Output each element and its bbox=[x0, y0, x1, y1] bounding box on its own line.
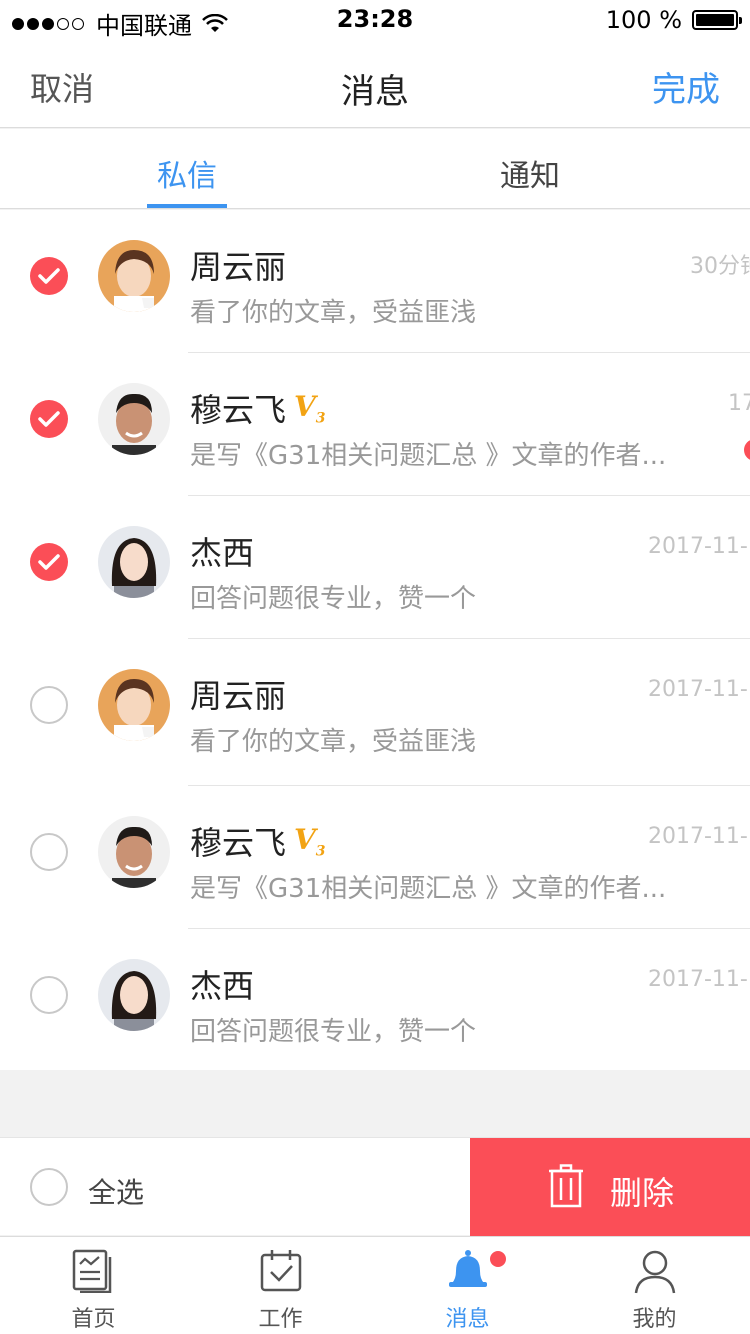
sender-name: 穆云飞 V3 bbox=[190, 822, 326, 862]
trash-icon bbox=[549, 1164, 583, 1208]
delete-button[interactable]: 删除 bbox=[470, 1138, 750, 1236]
vip-badge-icon: V3 bbox=[294, 389, 326, 427]
unread-indicator bbox=[744, 439, 750, 461]
bell-icon bbox=[449, 1250, 487, 1287]
tab-notifications[interactable]: 通知 bbox=[470, 151, 590, 195]
status-right: 100 % bbox=[605, 6, 742, 34]
delete-label: 删除 bbox=[610, 1174, 675, 1212]
battery-percent: 100 % bbox=[605, 6, 682, 34]
message-preview: 回答问题很专业，赞一个 bbox=[190, 1017, 477, 1047]
message-time: 17 bbox=[728, 391, 750, 416]
vip-badge-icon: V3 bbox=[294, 822, 326, 860]
message-row[interactable]: 周云丽 30分钟 看了你的文章，受益匪浅 bbox=[0, 210, 750, 353]
tab-label: 首页 bbox=[71, 1307, 116, 1332]
message-preview: 回答问题很专业，赞一个 bbox=[190, 584, 477, 614]
checkmark-icon bbox=[38, 411, 60, 427]
message-row[interactable]: 杰西 2017-11- 回答问题很专业，赞一个 bbox=[0, 929, 750, 1070]
avatar[interactable] bbox=[98, 240, 170, 312]
checkmark-icon bbox=[38, 554, 60, 570]
checkmark-icon bbox=[38, 268, 60, 284]
cancel-button[interactable]: 取消 bbox=[30, 64, 94, 110]
select-all-label[interactable]: 全选 bbox=[88, 1171, 144, 1211]
message-time: 30分钟 bbox=[690, 254, 750, 279]
navigation-bar: 取消 消息 完成 bbox=[0, 40, 750, 128]
row-checkbox-checked[interactable] bbox=[30, 543, 68, 581]
done-button[interactable]: 完成 bbox=[652, 62, 720, 111]
message-list: 周云丽 30分钟 看了你的文章，受益匪浅 穆云飞 V3 17 是写《G31相关问… bbox=[0, 210, 750, 1070]
avatar[interactable] bbox=[98, 669, 170, 741]
message-row[interactable]: 穆云飞 V3 17 是写《G31相关问题汇总 》文章的作者... bbox=[0, 353, 750, 496]
tab-private-messages[interactable]: 私信 bbox=[127, 151, 247, 195]
message-preview: 是写《G31相关问题汇总 》文章的作者... bbox=[190, 441, 667, 471]
row-checkbox-checked[interactable] bbox=[30, 400, 68, 438]
message-preview: 看了你的文章，受益匪浅 bbox=[190, 727, 477, 757]
sender-name: 杰西 bbox=[190, 534, 255, 572]
segment-tabs: 私信 通知 bbox=[0, 129, 750, 209]
avatar[interactable] bbox=[98, 526, 170, 598]
select-all-checkbox[interactable] bbox=[30, 1168, 68, 1206]
avatar[interactable] bbox=[98, 959, 170, 1031]
home-icon bbox=[72, 1249, 112, 1293]
bottom-tab-bar: 首页 工作 消息 我的 bbox=[0, 1236, 750, 1334]
message-row[interactable]: 穆云飞 V3 2017-11- 是写《G31相关问题汇总 》文章的作者... bbox=[0, 786, 750, 929]
page-title: 消息 bbox=[341, 72, 409, 112]
sender-name: 周云丽 bbox=[190, 677, 287, 715]
sender-name: 周云丽 bbox=[190, 248, 287, 286]
row-checkbox[interactable] bbox=[30, 686, 68, 724]
tab-messages[interactable]: 消息 bbox=[374, 1237, 561, 1334]
tab-work[interactable]: 工作 bbox=[187, 1237, 374, 1334]
tab-label: 工作 bbox=[258, 1307, 303, 1332]
message-time: 2017-11- bbox=[648, 967, 748, 992]
row-checkbox[interactable] bbox=[30, 976, 68, 1014]
tab-label: 消息 bbox=[445, 1307, 490, 1332]
tab-label: 我的 bbox=[632, 1307, 677, 1332]
active-tab-indicator bbox=[147, 204, 227, 208]
message-time: 2017-11- bbox=[648, 677, 748, 702]
row-checkbox[interactable] bbox=[30, 833, 68, 871]
tab-home[interactable]: 首页 bbox=[0, 1237, 187, 1334]
avatar[interactable] bbox=[98, 383, 170, 455]
tab-profile[interactable]: 我的 bbox=[561, 1237, 748, 1334]
message-preview: 是写《G31相关问题汇总 》文章的作者... bbox=[190, 874, 667, 904]
status-bar: 中国联通 23:28 100 % bbox=[0, 0, 750, 40]
row-checkbox-checked[interactable] bbox=[30, 257, 68, 295]
user-icon bbox=[634, 1250, 676, 1294]
calendar-icon bbox=[260, 1250, 302, 1292]
battery-icon bbox=[692, 10, 742, 30]
message-time: 2017-11- bbox=[648, 824, 748, 849]
message-row[interactable]: 周云丽 2017-11- 看了你的文章，受益匪浅 bbox=[0, 639, 750, 786]
avatar[interactable] bbox=[98, 816, 170, 888]
message-row[interactable]: 杰西 2017-11- 回答问题很专业，赞一个 bbox=[0, 496, 750, 639]
bulk-action-bar: 全选 删除 bbox=[0, 1137, 750, 1236]
message-preview: 看了你的文章，受益匪浅 bbox=[190, 298, 477, 328]
sender-name: 杰西 bbox=[190, 967, 255, 1005]
notification-badge bbox=[490, 1251, 506, 1267]
sender-name: 穆云飞 V3 bbox=[190, 389, 326, 429]
message-time: 2017-11- bbox=[648, 534, 748, 559]
